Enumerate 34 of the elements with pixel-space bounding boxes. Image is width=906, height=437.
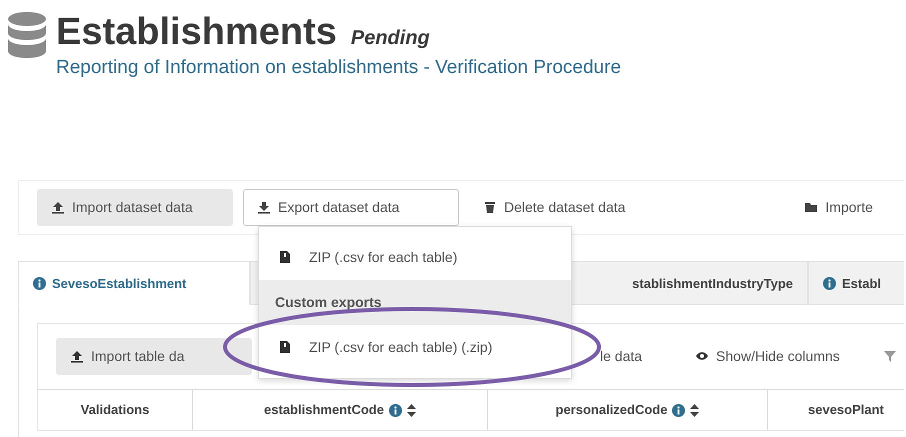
menu-item[interactable]: ZIP (.csv for each table) xyxy=(259,235,571,280)
column-header[interactable]: sevesoPlant xyxy=(808,400,884,420)
file-icon xyxy=(279,251,291,264)
upload-icon xyxy=(52,201,64,214)
sort-icon[interactable] xyxy=(406,404,416,417)
toolbar-button[interactable]: Export dataset data xyxy=(243,189,459,226)
trash-icon xyxy=(484,201,496,214)
menu-item[interactable]: ZIP (.csv for each table) (.zip) xyxy=(259,325,571,370)
info-icon xyxy=(33,276,46,290)
info-icon xyxy=(823,276,836,290)
toolbar-button[interactable]: le data xyxy=(585,338,658,376)
toolbar-button[interactable]: Import table da xyxy=(56,338,252,376)
toolbar-button[interactable]: Importe xyxy=(790,189,888,226)
dataset-tab[interactable]: Establ xyxy=(808,261,904,306)
toolbar-button[interactable]: Import dataset data xyxy=(37,189,233,226)
info-icon xyxy=(672,404,686,417)
page-title: Establishments xyxy=(56,12,337,54)
menu-header: Custom exports xyxy=(259,280,571,325)
upload-icon xyxy=(71,350,83,364)
folder-icon xyxy=(805,201,818,214)
subtitle-link[interactable]: Reporting of Information on establishments - Verification Procedure xyxy=(56,54,622,82)
database-icon xyxy=(8,12,46,58)
column-header[interactable]: Validations xyxy=(80,400,150,420)
toolbar-button[interactable]: Delete dataset data xyxy=(469,189,640,226)
column-header[interactable]: personalizedCode xyxy=(556,400,668,420)
column-header[interactable]: establishmentCode xyxy=(264,400,384,420)
download-icon xyxy=(258,201,270,214)
status-label: Pending xyxy=(350,26,430,51)
dataset-tab[interactable]: SevesoEstablishment xyxy=(18,261,250,306)
filter-icon xyxy=(884,350,896,364)
toolbar-button[interactable]: Show/Hide columns xyxy=(681,338,855,376)
sort-icon[interactable] xyxy=(690,404,700,417)
file-icon xyxy=(279,341,291,354)
info-icon xyxy=(388,404,402,417)
